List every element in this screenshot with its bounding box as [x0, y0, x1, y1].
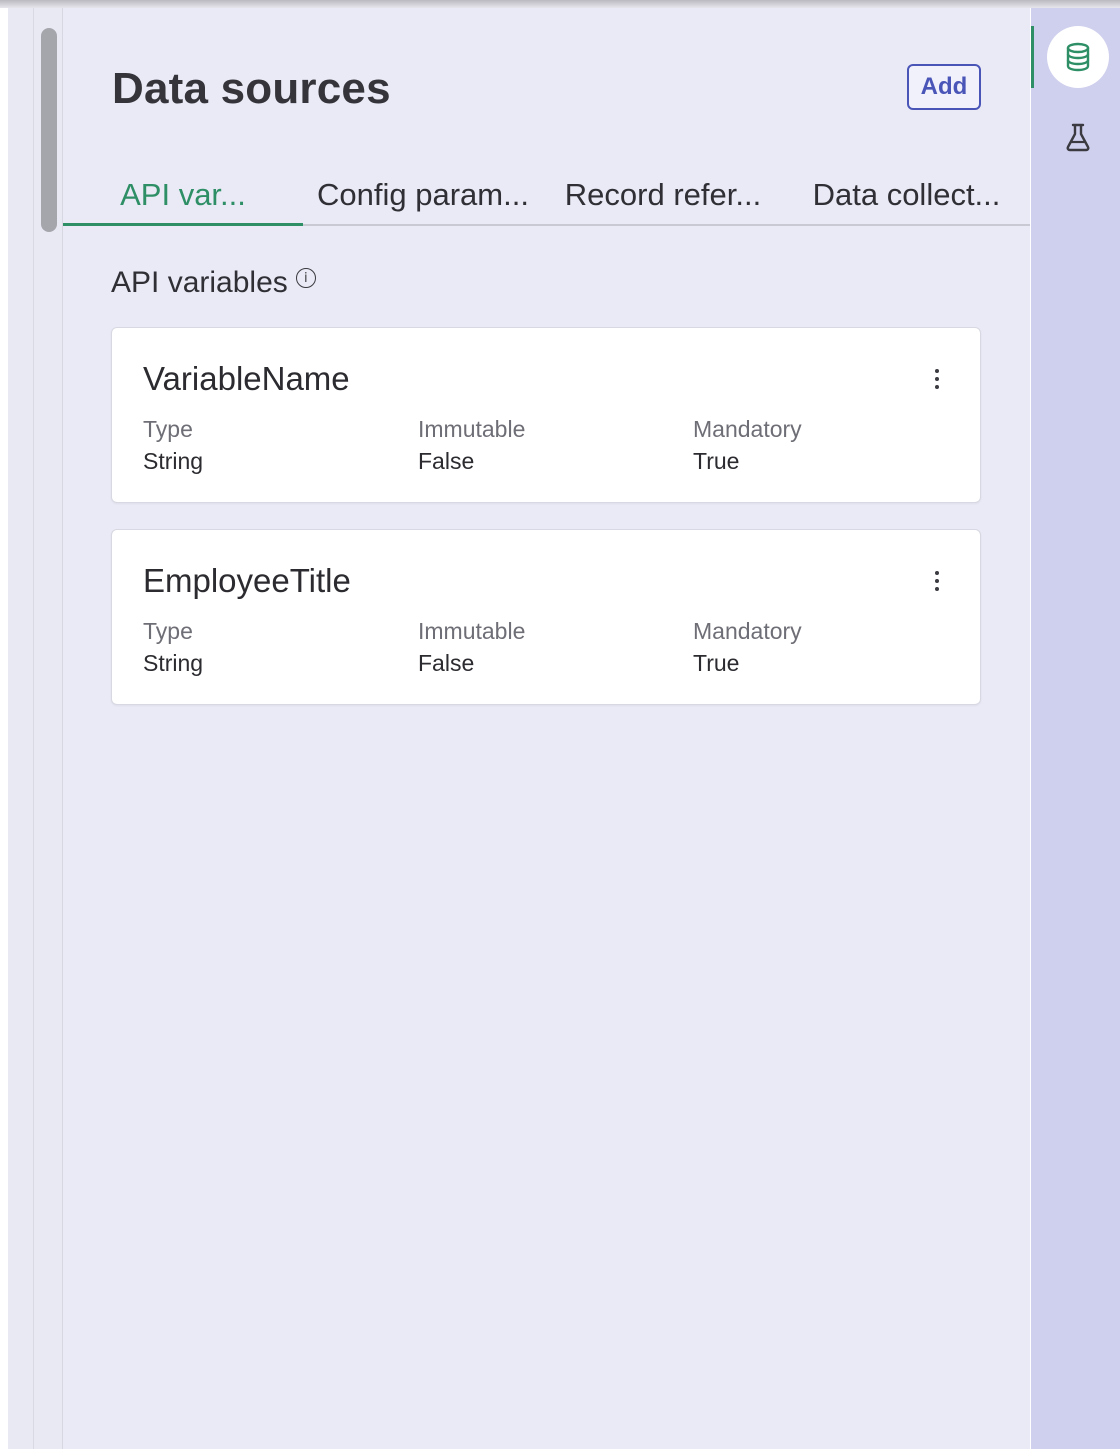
- tab-data-collections[interactable]: Data collect...: [783, 166, 1030, 224]
- field-label: Type: [143, 618, 193, 644]
- left-gutter: [0, 8, 63, 1449]
- left-edge: [0, 8, 8, 1449]
- field-label: Immutable: [418, 416, 526, 442]
- field-value: True: [693, 448, 740, 474]
- field-label: Immutable: [418, 618, 526, 644]
- rail-item-data-sources[interactable]: [1047, 26, 1109, 88]
- right-rail: [1031, 8, 1120, 1449]
- field-value: String: [143, 650, 204, 676]
- field-value: String: [143, 448, 204, 474]
- more-options-icon[interactable]: [930, 366, 944, 392]
- data-sources-panel: Data sources Add API var... Config param…: [63, 8, 1030, 1449]
- section-heading: API variables i: [111, 266, 316, 300]
- field-immutable: Immutable False: [418, 414, 525, 476]
- tab-api-variables[interactable]: API var...: [63, 166, 303, 226]
- top-divider: [0, 0, 1120, 8]
- variable-name: EmployeeTitle: [143, 562, 351, 599]
- variable-name: VariableName: [143, 360, 350, 397]
- panel-title: Data sources: [112, 64, 391, 113]
- flask-icon: [1066, 123, 1090, 152]
- field-label: Mandatory: [693, 416, 802, 442]
- rail-item-test[interactable]: [1047, 106, 1109, 168]
- add-button[interactable]: Add: [907, 64, 981, 110]
- field-immutable: Immutable False: [418, 616, 525, 678]
- field-label: Mandatory: [693, 618, 802, 644]
- field-mandatory: Mandatory True: [693, 414, 802, 476]
- info-icon[interactable]: i: [295, 268, 316, 288]
- field-mandatory: Mandatory True: [693, 616, 802, 678]
- variable-card: EmployeeTitle Type String Immutable Fals…: [111, 529, 981, 705]
- tab-config-parameters[interactable]: Config param...: [303, 166, 543, 224]
- field-type: Type String: [143, 414, 203, 476]
- field-value: False: [418, 650, 475, 676]
- tab-bar: API var... Config param... Record refer.…: [63, 166, 1030, 226]
- rail-active-indicator: [1031, 26, 1034, 88]
- section-heading-label: API variables: [111, 266, 288, 299]
- app-window: Data sources Add API var... Config param…: [0, 0, 1120, 1449]
- more-options-icon[interactable]: [930, 568, 944, 594]
- field-label: Type: [143, 416, 193, 442]
- scrollbar-thumb[interactable]: [41, 28, 57, 232]
- field-type: Type String: [143, 616, 203, 678]
- field-value: False: [418, 448, 475, 474]
- database-icon: [1066, 42, 1090, 72]
- tab-record-references[interactable]: Record refer...: [543, 166, 783, 224]
- variable-card: VariableName Type String Immutable False…: [111, 327, 981, 503]
- field-value: True: [693, 650, 740, 676]
- gutter-divider: [33, 8, 34, 1449]
